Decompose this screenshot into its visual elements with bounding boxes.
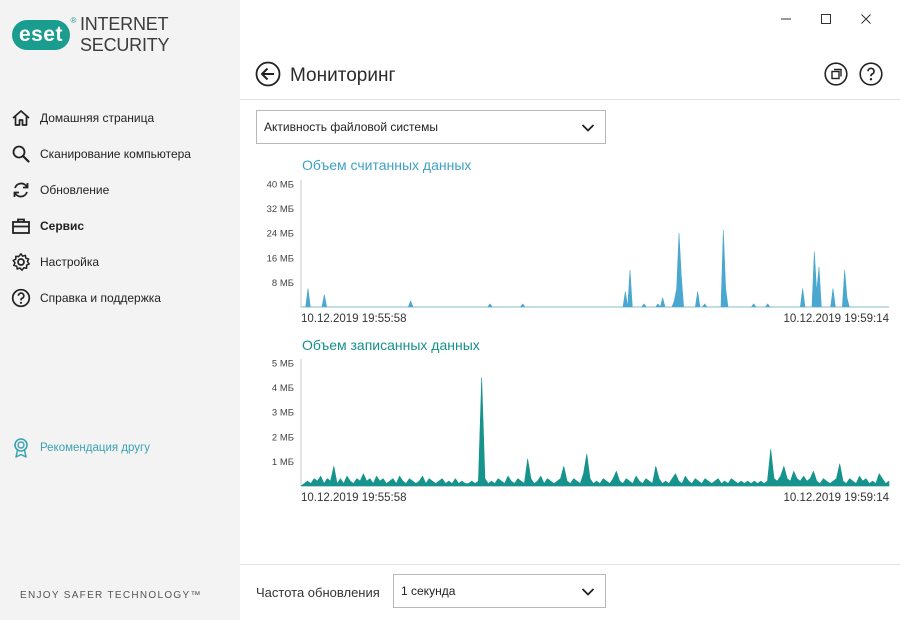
write-chart-x-end-label: 10.12.2019 19:59:14 bbox=[783, 492, 889, 504]
close-button[interactable] bbox=[846, 8, 886, 30]
minimize-icon bbox=[781, 18, 791, 20]
refresh-icon bbox=[10, 179, 32, 201]
back-arrow-icon bbox=[255, 61, 281, 87]
write-chart: 1 МБ 2 МБ 3 МБ 4 МБ 5 МБ 10.12.2019 19:55:58 1… bbox=[272, 359, 890, 505]
sidebar-nav: Домашняя страница Сканирование компьютер… bbox=[0, 100, 240, 316]
refresh-rate-label: Частота обновления bbox=[256, 585, 380, 600]
sidebar-item-label: Сканирование компьютера bbox=[40, 147, 191, 161]
sidebar-item-home[interactable]: Домашняя страница bbox=[0, 100, 240, 136]
chevron-down-icon bbox=[581, 124, 595, 132]
sidebar-item-scan[interactable]: Сканирование компьютера bbox=[0, 136, 240, 172]
read-chart-x-start-label: 10.12.2019 19:55:58 bbox=[301, 313, 407, 325]
sidebar-item-tools[interactable]: Сервис bbox=[0, 208, 240, 244]
refresh-rate-select[interactable]: 1 секунда bbox=[393, 574, 606, 608]
footer-divider bbox=[240, 564, 900, 565]
help-icon bbox=[10, 287, 32, 309]
help-icon bbox=[859, 62, 883, 86]
write-chart-series-area bbox=[300, 377, 890, 487]
read-chart-series-area bbox=[300, 229, 890, 308]
minimize-button[interactable] bbox=[766, 8, 806, 30]
maximize-icon bbox=[821, 14, 831, 24]
sidebar-item-help[interactable]: Справка и поддержка bbox=[0, 280, 240, 316]
read-chart-x-end-label: 10.12.2019 19:59:14 bbox=[783, 313, 889, 325]
logo-badge: eset ® bbox=[12, 16, 76, 50]
read-chart-y-tick-label: 16 МБ bbox=[267, 253, 294, 264]
read-chart-y-tick-label: 8 МБ bbox=[272, 278, 294, 289]
page-header: Мониторинг bbox=[240, 52, 900, 100]
write-chart-y-tick-label: 2 МБ bbox=[272, 432, 294, 443]
page-title: Мониторинг bbox=[290, 65, 396, 86]
sidebar-item-label: Домашняя страница bbox=[40, 111, 155, 125]
monitor-type-select[interactable]: Активность файловой системы bbox=[256, 110, 606, 144]
product-name: INTERNET SECURITY bbox=[79, 14, 170, 55]
logo-text: eset bbox=[18, 23, 63, 46]
refresh-rate-value: 1 секунда bbox=[401, 584, 456, 598]
eset-logo: eset ® INTERNET SECURITY bbox=[12, 14, 240, 56]
logo-registered-mark: ® bbox=[70, 16, 77, 25]
search-icon bbox=[10, 143, 32, 165]
award-icon bbox=[10, 436, 32, 460]
close-icon bbox=[861, 14, 871, 24]
gear-icon bbox=[10, 251, 32, 273]
read-chart: 8 МБ 16 МБ 24 МБ 32 МБ 40 МБ 10.12.2019 19:55… bbox=[267, 180, 890, 326]
read-chart-y-tick-label: 40 МБ bbox=[267, 180, 294, 191]
back-button[interactable] bbox=[255, 61, 281, 87]
sidebar-item-update[interactable]: Обновление bbox=[0, 172, 240, 208]
recommend-friend-link[interactable]: Рекомендация другу bbox=[10, 436, 150, 460]
write-chart-y-tick-label: 4 МБ bbox=[272, 383, 294, 394]
read-chart-y-tick-label: 32 МБ bbox=[267, 204, 294, 215]
read-chart-title: Объем считанных данных bbox=[302, 157, 472, 173]
sidebar-item-label: Настройка bbox=[40, 255, 100, 269]
sidebar-item-label: Справка и поддержка bbox=[40, 291, 161, 305]
sidebar-item-settings[interactable]: Настройка bbox=[0, 244, 240, 280]
write-chart-y-tick-label: 1 МБ bbox=[272, 457, 294, 468]
sidebar-item-label: Обновление bbox=[40, 183, 110, 197]
chevron-down-icon bbox=[581, 588, 595, 596]
write-chart-title: Объем записанных данных bbox=[302, 337, 480, 353]
write-chart-y-tick-label: 3 МБ bbox=[272, 408, 294, 419]
window-copy-icon bbox=[824, 62, 848, 86]
window-controls bbox=[766, 8, 886, 30]
tagline: ENJOY SAFER TECHNOLOGY™ bbox=[20, 590, 202, 601]
recommend-friend-label: Рекомендация другу bbox=[40, 442, 150, 454]
monitor-type-value: Активность файловой системы bbox=[264, 120, 438, 134]
maximize-button[interactable] bbox=[806, 8, 846, 30]
help-button[interactable] bbox=[859, 62, 883, 86]
write-chart-x-start-label: 10.12.2019 19:55:58 bbox=[301, 492, 407, 504]
sidebar-item-label: Сервис bbox=[40, 219, 85, 233]
sidebar: eset ® INTERNET SECURITY Домашняя страни… bbox=[0, 0, 240, 620]
write-chart-y-tick-label: 5 МБ bbox=[272, 359, 294, 370]
window-copy-button[interactable] bbox=[824, 62, 848, 86]
read-chart-y-tick-label: 24 МБ bbox=[267, 229, 294, 240]
toolbox-icon bbox=[10, 215, 32, 237]
home-icon bbox=[10, 107, 32, 129]
